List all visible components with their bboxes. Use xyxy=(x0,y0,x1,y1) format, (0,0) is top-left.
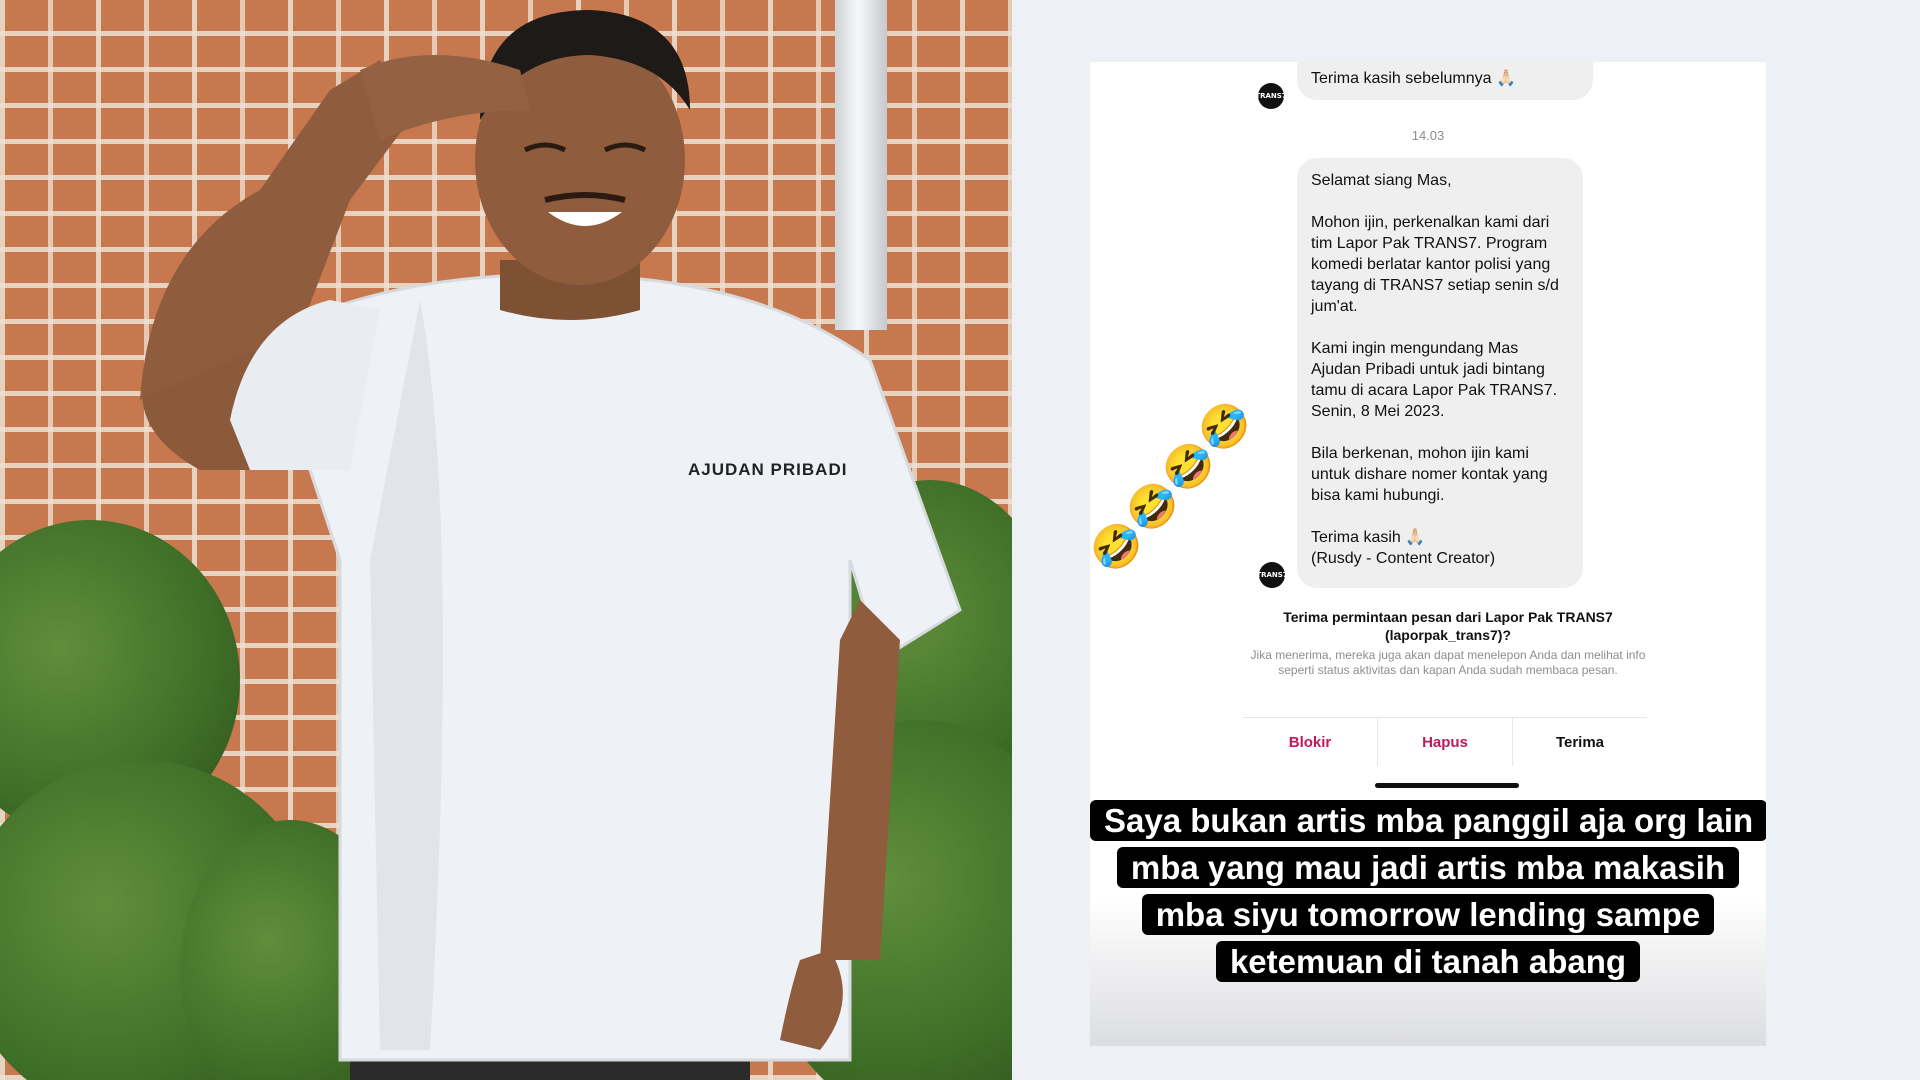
message-closing: Terima kasih 🙏🏻 xyxy=(1311,529,1426,546)
laughing-emoji-icon: 🤣 xyxy=(1198,402,1251,451)
block-button[interactable]: Blokir xyxy=(1243,718,1377,766)
message-greeting: Selamat siang Mas, xyxy=(1311,172,1452,189)
shirt-print: AJUDAN PRIBADI xyxy=(688,460,848,479)
message-timestamp: 14.03 xyxy=(1411,128,1445,143)
message-signature: (Rusdy - Content Creator) xyxy=(1311,550,1496,567)
accept-button[interactable]: Terima xyxy=(1512,718,1647,766)
caption-text: Saya bukan artis mba panggil aja org lai… xyxy=(1090,800,1766,982)
message-bubble-main: Selamat siang Mas, Mohon ijin, perkenalk… xyxy=(1297,158,1583,588)
sender-avatar[interactable]: TRANS7 xyxy=(1255,83,1287,109)
laughing-emoji-icon: 🤣 xyxy=(1162,442,1215,491)
home-indicator[interactable] xyxy=(1375,783,1519,788)
laughing-emoji-icon: 🤣 xyxy=(1126,482,1179,531)
message-bubble: Terima kasih sebelumnya 🙏🏻 xyxy=(1297,62,1593,100)
message-text: Terima kasih sebelumnya 🙏🏻 xyxy=(1311,70,1516,87)
person-saluting xyxy=(140,10,962,1080)
photo-panel: AJUDAN PRIBADI xyxy=(0,0,1012,1080)
request-title: Terima permintaan pesan dari Lapor Pak T… xyxy=(1283,609,1613,643)
sender-avatar[interactable]: TRANS7 xyxy=(1256,562,1288,588)
message-paragraph: Mohon ijin, perkenalkan kami dari tim La… xyxy=(1311,214,1559,315)
request-description: Jika menerima, mereka juga akan dapat me… xyxy=(1250,648,1646,677)
request-actions: Blokir Hapus Terima xyxy=(1243,717,1647,766)
chat-screenshot: TRANS7 Terima kasih sebelumnya 🙏🏻 14.03 … xyxy=(1090,62,1766,1046)
laughing-emoji-icon: 🤣 xyxy=(1090,522,1143,571)
message-request-prompt: Terima permintaan pesan dari Lapor Pak T… xyxy=(1248,608,1648,678)
story-caption: Saya bukan artis mba panggil aja org lai… xyxy=(1090,797,1766,985)
message-paragraph: Bila berkenan, mohon ijin kami untuk dis… xyxy=(1311,445,1548,504)
message-paragraph: Kami ingin mengundang Mas Ajudan Pribadi… xyxy=(1311,340,1558,420)
delete-button[interactable]: Hapus xyxy=(1377,718,1512,766)
